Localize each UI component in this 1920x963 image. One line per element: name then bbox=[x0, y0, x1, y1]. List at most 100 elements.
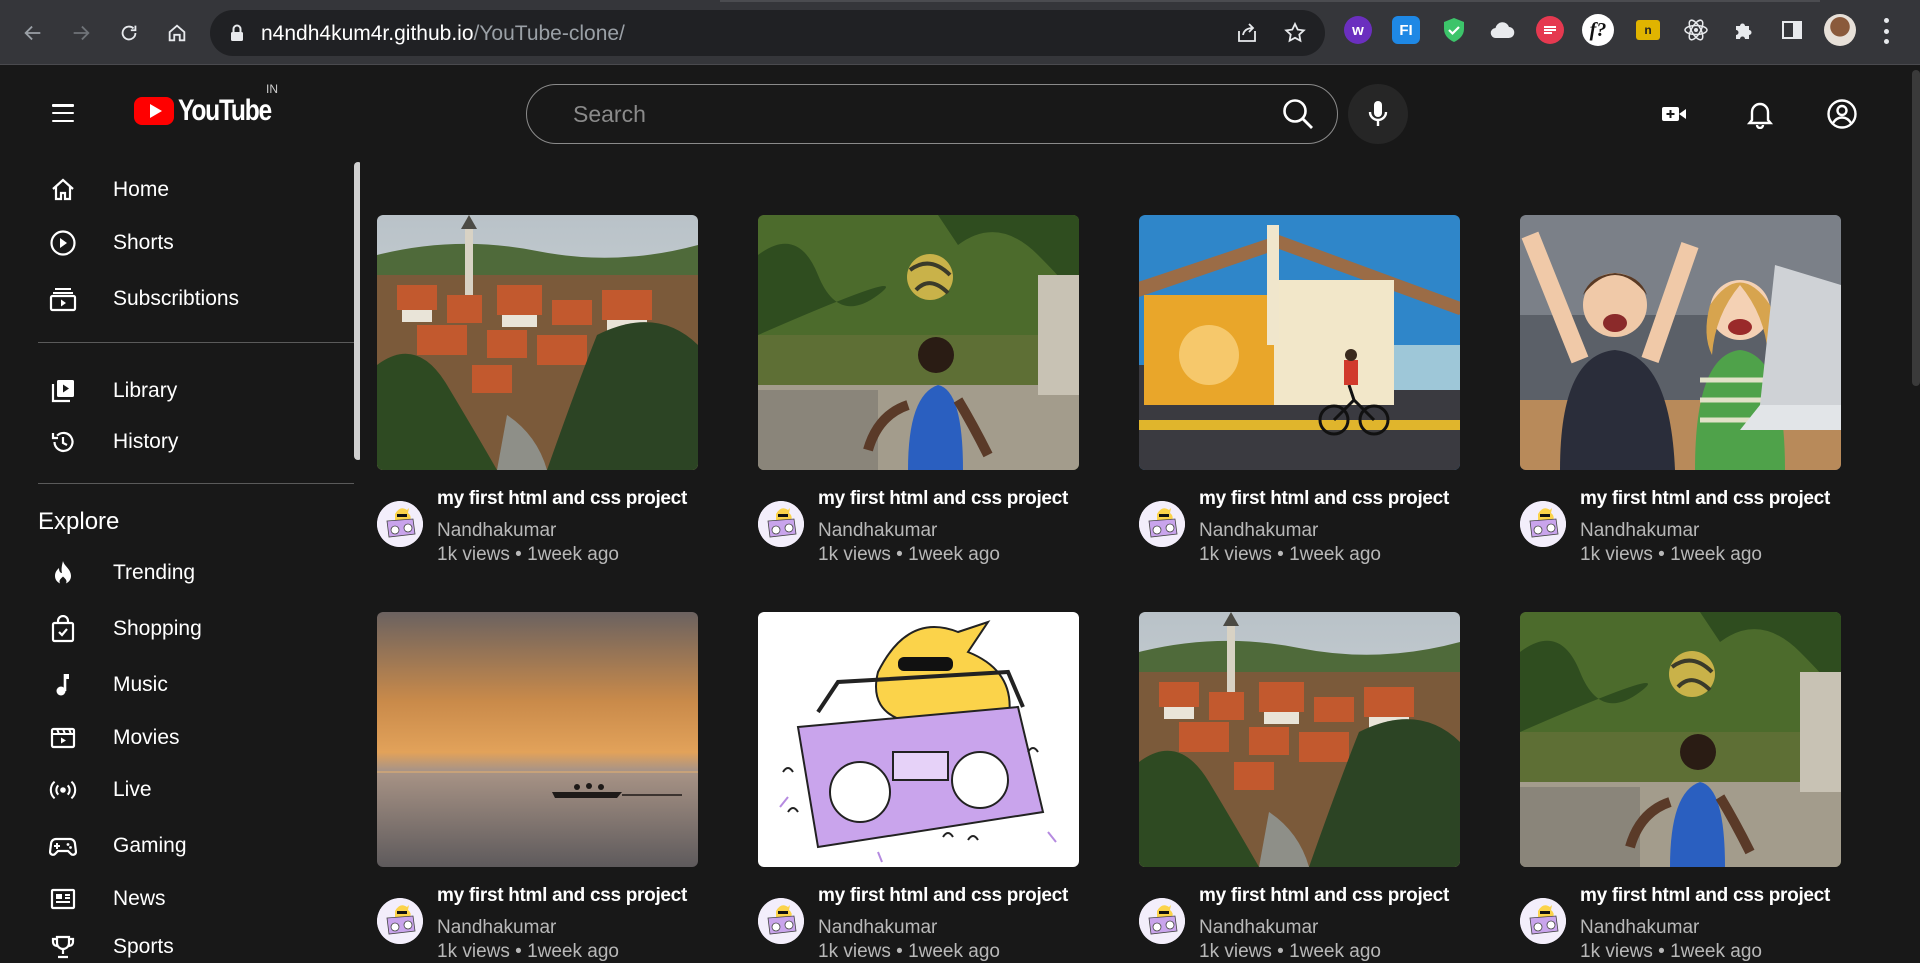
video-thumbnail[interactable] bbox=[1139, 612, 1460, 867]
page-scrollbar[interactable] bbox=[1912, 70, 1920, 386]
video-card[interactable]: my first html and css project Nandhakuma… bbox=[1139, 612, 1460, 962]
video-card[interactable]: my first html and css project Nandhakuma… bbox=[377, 215, 698, 565]
reload-icon bbox=[121, 25, 137, 41]
sidebar-item-sports[interactable]: Sports bbox=[0, 925, 350, 959]
video-card[interactable]: my first html and css project Nandhakuma… bbox=[758, 612, 1079, 962]
sidebar-item-subscriptions[interactable]: Subscribtions bbox=[0, 277, 350, 321]
channel-name[interactable]: Nandhakumar bbox=[818, 917, 937, 939]
sidebar-item-label: Shorts bbox=[113, 231, 174, 254]
voice-search-button[interactable] bbox=[1348, 84, 1408, 144]
search-input[interactable]: Search bbox=[573, 101, 646, 128]
video-title[interactable]: my first html and css project bbox=[1580, 885, 1830, 907]
video-meta: 1k views • 1week ago bbox=[1199, 544, 1381, 565]
sidebar-item-trending[interactable]: Trending bbox=[0, 551, 350, 595]
search-icon[interactable] bbox=[1281, 97, 1315, 131]
forward-button[interactable] bbox=[66, 18, 96, 48]
sidebar-item-movies[interactable]: Movies bbox=[0, 716, 350, 760]
sidebar-item-shorts[interactable]: Shorts bbox=[0, 221, 350, 265]
video-card[interactable]: my first html and css project Nandhakuma… bbox=[377, 612, 698, 962]
sidebar-item-music[interactable]: Music bbox=[0, 663, 350, 707]
sidebar-item-gaming[interactable]: Gaming bbox=[0, 824, 350, 868]
sidebar-item-news[interactable]: News bbox=[0, 877, 350, 921]
channel-name[interactable]: Nandhakumar bbox=[437, 520, 556, 542]
channel-name[interactable]: Nandhakumar bbox=[1580, 520, 1699, 542]
search-box[interactable]: Search bbox=[526, 84, 1338, 144]
sidebar: Home Shorts Subscribtions Library Histor… bbox=[0, 160, 360, 959]
video-thumbnail[interactable] bbox=[1520, 215, 1841, 470]
video-thumbnail[interactable] bbox=[758, 215, 1079, 470]
video-title[interactable]: my first html and css project bbox=[437, 488, 687, 510]
channel-avatar[interactable] bbox=[758, 501, 804, 547]
side-panel-icon[interactable] bbox=[1778, 16, 1806, 44]
video-thumbnail[interactable] bbox=[1520, 612, 1841, 867]
video-card[interactable]: my first html and css project Nandhakuma… bbox=[758, 215, 1079, 565]
browser-profile-avatar[interactable] bbox=[1824, 14, 1856, 46]
sidebar-item-history[interactable]: History bbox=[0, 420, 350, 464]
sidebar-scrollbar[interactable] bbox=[354, 162, 360, 460]
video-card[interactable]: my first html and css project Nandhakuma… bbox=[1520, 612, 1841, 962]
trending-icon bbox=[49, 559, 77, 587]
video-thumbnail[interactable] bbox=[377, 215, 698, 470]
extension-shield-icon[interactable] bbox=[1440, 16, 1468, 44]
youtube-logo[interactable]: YouTube IN bbox=[134, 82, 291, 128]
channel-avatar[interactable] bbox=[377, 898, 423, 944]
video-title[interactable]: my first html and css project bbox=[1580, 488, 1830, 510]
extension-fi-icon[interactable]: FI bbox=[1392, 16, 1420, 44]
video-thumbnail[interactable] bbox=[377, 612, 698, 867]
channel-name[interactable]: Nandhakumar bbox=[437, 917, 556, 939]
extension-formula-icon[interactable]: f? bbox=[1582, 14, 1614, 46]
sidebar-item-shopping[interactable]: Shopping bbox=[0, 607, 350, 651]
extension-react-icon[interactable] bbox=[1682, 16, 1710, 44]
url-host: n4ndh4kum4r.github.io bbox=[261, 22, 474, 45]
extension-lines-icon[interactable] bbox=[1536, 16, 1564, 44]
video-meta: 1k views • 1week ago bbox=[1199, 941, 1381, 962]
home-page-button[interactable] bbox=[162, 18, 192, 48]
video-thumbnail[interactable] bbox=[758, 612, 1079, 867]
channel-name[interactable]: Nandhakumar bbox=[1580, 917, 1699, 939]
notifications-bell-icon[interactable] bbox=[1744, 98, 1776, 130]
channel-avatar[interactable] bbox=[1139, 501, 1185, 547]
video-meta: 1k views • 1week ago bbox=[437, 544, 619, 565]
puzzle-icon bbox=[1736, 23, 1752, 39]
video-thumbnail[interactable] bbox=[1139, 215, 1460, 470]
address-bar[interactable]: n4ndh4kum4r.github.io/YouTube-clone/ bbox=[210, 10, 1325, 56]
extensions-puzzle-icon[interactable] bbox=[1730, 16, 1758, 44]
video-title[interactable]: my first html and css project bbox=[1199, 885, 1449, 907]
create-video-icon[interactable] bbox=[1658, 98, 1690, 130]
browser-menu-icon[interactable] bbox=[1878, 18, 1894, 44]
live-icon bbox=[49, 776, 77, 804]
share-icon[interactable] bbox=[1235, 21, 1259, 45]
youtube-header: YouTube IN Search bbox=[0, 66, 1920, 160]
extension-w-icon[interactable]: w bbox=[1344, 16, 1372, 44]
sidebar-item-label: Gaming bbox=[113, 834, 187, 857]
channel-name[interactable]: Nandhakumar bbox=[1199, 520, 1318, 542]
sidebar-item-home[interactable]: Home bbox=[0, 168, 350, 212]
video-title[interactable]: my first html and css project bbox=[1199, 488, 1449, 510]
microphone-icon bbox=[1368, 101, 1388, 126]
sidebar-item-live[interactable]: Live bbox=[0, 768, 350, 812]
channel-name[interactable]: Nandhakumar bbox=[818, 520, 937, 542]
sidebar-item-library[interactable]: Library bbox=[0, 369, 350, 413]
video-title[interactable]: my first html and css project bbox=[437, 885, 687, 907]
channel-avatar[interactable] bbox=[377, 501, 423, 547]
shorts-icon bbox=[49, 229, 77, 257]
extension-cloud-icon[interactable] bbox=[1488, 16, 1516, 44]
video-meta: 1k views • 1week ago bbox=[1580, 941, 1762, 962]
channel-name[interactable]: Nandhakumar bbox=[1199, 917, 1318, 939]
channel-avatar[interactable] bbox=[1139, 898, 1185, 944]
back-button[interactable] bbox=[18, 18, 48, 48]
hamburger-menu-icon[interactable] bbox=[52, 104, 74, 122]
video-title[interactable]: my first html and css project bbox=[818, 488, 1068, 510]
video-title[interactable]: my first html and css project bbox=[818, 885, 1068, 907]
extension-tag-icon[interactable]: n bbox=[1636, 20, 1660, 40]
reload-button[interactable] bbox=[114, 18, 144, 48]
video-card[interactable]: my first html and css project Nandhakuma… bbox=[1520, 215, 1841, 565]
sidebar-divider bbox=[38, 342, 354, 343]
channel-avatar[interactable] bbox=[1520, 898, 1566, 944]
video-card[interactable]: my first html and css project Nandhakuma… bbox=[1139, 215, 1460, 565]
account-icon[interactable] bbox=[1826, 98, 1858, 130]
bookmark-star-icon[interactable] bbox=[1283, 21, 1307, 45]
explore-heading: Explore bbox=[38, 508, 120, 535]
channel-avatar[interactable] bbox=[758, 898, 804, 944]
channel-avatar[interactable] bbox=[1520, 501, 1566, 547]
